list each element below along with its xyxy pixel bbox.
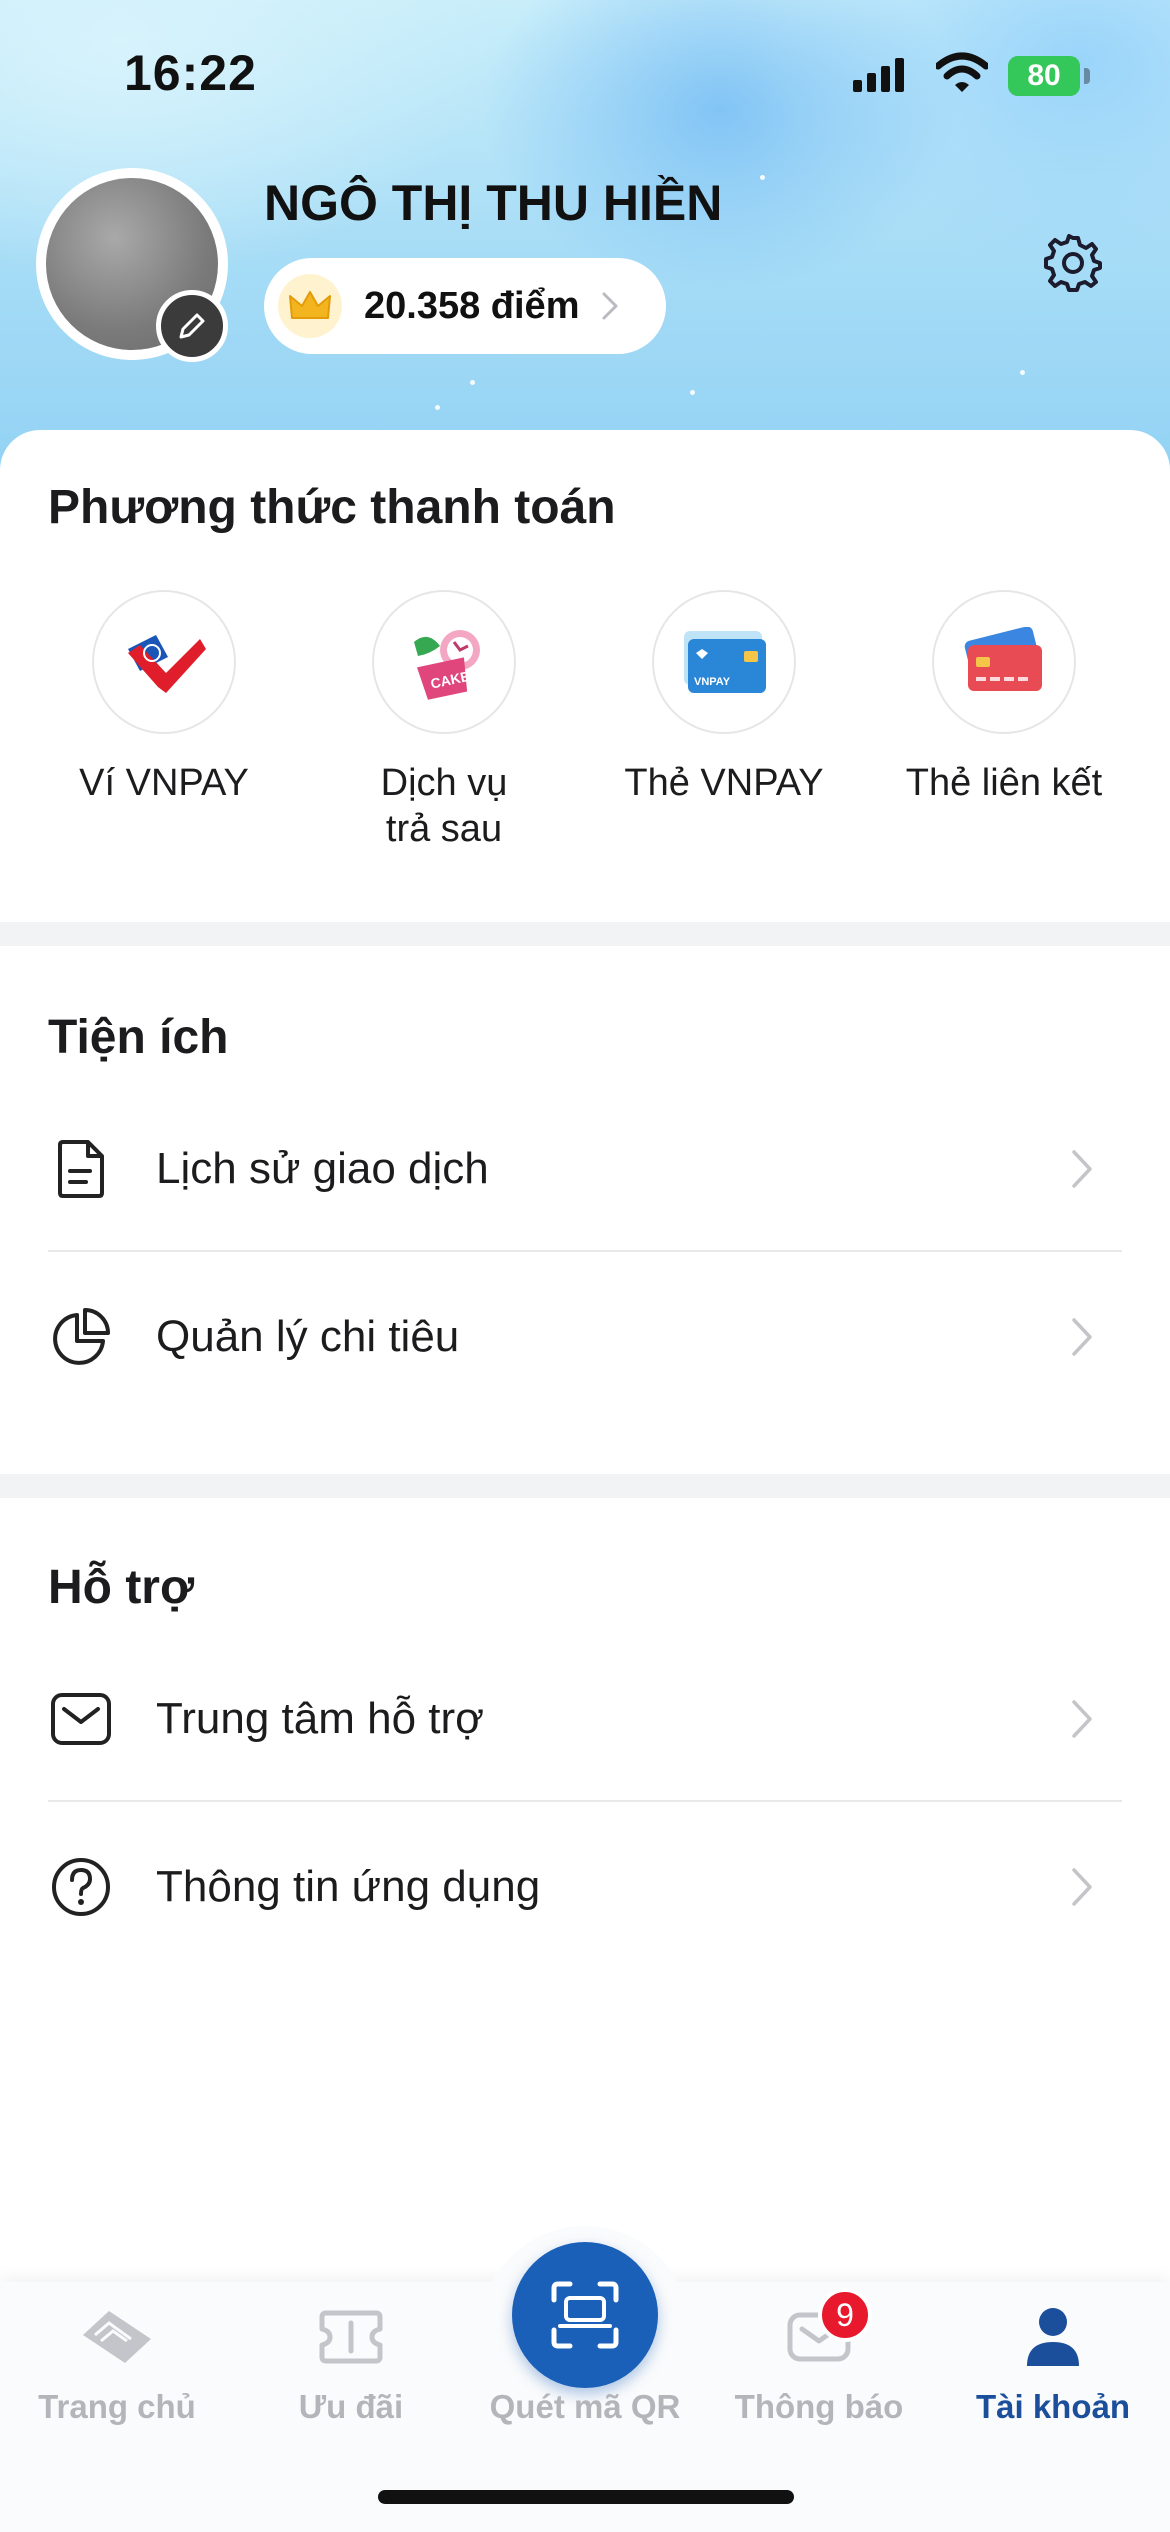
payment-item-label: Thẻ liên kết: [905, 762, 1103, 804]
qr-scan-button[interactable]: [512, 2242, 658, 2388]
payment-methods-title: Phương thức thanh toán: [48, 481, 616, 534]
edit-avatar-button[interactable]: [156, 290, 228, 362]
chevron-right-icon: [1062, 1317, 1102, 1357]
chevron-right-icon: [1062, 1149, 1102, 1189]
ticket-icon: [234, 2300, 468, 2374]
payment-item-label: Dịch vụ trả sau: [334, 760, 554, 852]
nav-item-offers[interactable]: Ưu đãi: [234, 2300, 468, 2426]
payment-item-vnpay-wallet[interactable]: Ví VNPAY: [54, 590, 274, 806]
mail-icon: [48, 1686, 114, 1752]
row-app-info[interactable]: Thông tin ứng dụng: [48, 1804, 1122, 1970]
row-label: Lịch sử giao dịch: [156, 1144, 489, 1193]
question-icon: [48, 1854, 114, 1920]
chevron-right-icon: [1062, 1867, 1102, 1907]
row-label: Thông tin ứng dụng: [156, 1862, 541, 1911]
status-time: 16:22: [124, 45, 257, 101]
pencil-icon: [179, 313, 205, 339]
battery-cap: [1084, 68, 1090, 84]
sparkle: [1020, 370, 1025, 375]
row-transaction-history[interactable]: Lịch sử giao dịch: [48, 1086, 1122, 1252]
battery-indicator: 80: [1008, 56, 1080, 96]
wifi-icon: [936, 52, 988, 92]
home-indicator: [378, 2490, 794, 2504]
qr-scan-icon: [551, 2281, 619, 2349]
row-label: Quản lý chi tiêu: [156, 1312, 460, 1361]
payment-item-linked-card[interactable]: Thẻ liên kết: [894, 590, 1114, 806]
nav-item-home[interactable]: Trang chủ: [0, 2300, 234, 2426]
nav-label-qr: Quét mã QR: [489, 2388, 681, 2425]
card-brand-text: VNPAY: [694, 676, 731, 688]
payment-item-label-line1: Dịch vụ: [380, 762, 508, 804]
payment-item-postpaid[interactable]: CAKE Dịch vụ trả sau: [334, 590, 554, 852]
sparkle: [760, 175, 765, 180]
utilities-title: Tiện ích: [48, 1011, 229, 1064]
section-divider: [0, 1474, 1170, 1498]
home-icon: [0, 2300, 234, 2374]
pie-chart-icon: [48, 1304, 114, 1370]
payment-item-label: Ví VNPAY: [79, 762, 249, 804]
cellular-signal-icon: [853, 58, 904, 92]
account-icon: [936, 2300, 1170, 2374]
nav-item-account[interactable]: Tài khoản: [936, 2300, 1170, 2426]
postpaid-cake-icon: CAKE: [372, 590, 516, 734]
linked-card-icon: [932, 590, 1076, 734]
payment-item-vnpay-card[interactable]: VNPAY Thẻ VNPAY: [614, 590, 834, 806]
row-spending-management[interactable]: Quản lý chi tiêu: [48, 1254, 1122, 1420]
sparkle: [435, 405, 440, 410]
row-label: Trung tâm hỗ trợ: [156, 1694, 485, 1743]
nav-label: Trang chủ: [38, 2388, 196, 2425]
payment-item-label: Thẻ VNPAY: [624, 762, 824, 804]
row-separator: [48, 1250, 1122, 1252]
support-title: Hỗ trợ: [48, 1561, 195, 1614]
row-separator: [48, 1800, 1122, 1802]
nav-label: Ưu đãi: [298, 2388, 404, 2425]
chevron-right-icon: [1062, 1699, 1102, 1739]
section-divider: [0, 922, 1170, 946]
profile-name: NGÔ THỊ THU HIỀN: [264, 175, 723, 231]
payment-item-label-line2: trả sau: [385, 808, 503, 850]
notification-count-badge: 9: [818, 2288, 872, 2342]
chevron-right-icon: [602, 292, 618, 320]
vnpay-wallet-icon: [92, 590, 236, 734]
battery-level: 80: [1027, 59, 1061, 92]
sparkle: [470, 380, 475, 385]
crown-icon: [278, 274, 342, 338]
points-button[interactable]: 20.358 điểm: [264, 258, 666, 354]
gear-icon[interactable]: [1044, 234, 1102, 292]
vnpay-card-icon: VNPAY: [652, 590, 796, 734]
sparkle: [690, 390, 695, 395]
nav-label: Thông báo: [734, 2388, 904, 2425]
row-support-center[interactable]: Trung tâm hỗ trợ: [48, 1636, 1122, 1802]
nav-label: Tài khoản: [975, 2388, 1131, 2425]
points-value: 20.358 điểm: [364, 284, 580, 327]
document-icon: [48, 1136, 114, 1202]
